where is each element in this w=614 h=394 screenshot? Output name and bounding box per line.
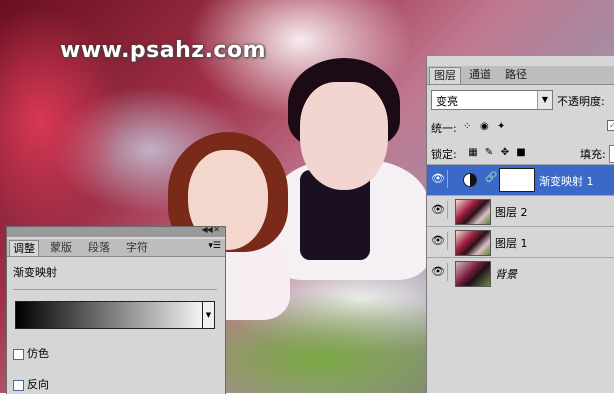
layer-name: 图层 1 xyxy=(495,237,528,250)
unify-icons: ⁘ ◉ ✦ xyxy=(463,119,514,133)
fill-input[interactable] xyxy=(609,145,614,163)
layer-row-layer2[interactable]: 👁 图层 2 xyxy=(427,195,614,226)
tab-paragraph[interactable]: 段落 xyxy=(85,240,113,255)
layers-tabbar: 图层 通道 路径 xyxy=(427,66,614,85)
chevron-down-icon[interactable]: ▼ xyxy=(202,301,215,329)
lock-label: 锁定: xyxy=(431,148,457,161)
eye-icon[interactable]: 👁 xyxy=(429,263,448,281)
reverse-checkbox[interactable] xyxy=(13,379,24,391)
dither-label: 仿色 xyxy=(27,347,49,360)
lock-paint-icon[interactable]: ✎ xyxy=(483,147,495,159)
unify-visibility-icon[interactable]: ◉ xyxy=(480,121,494,133)
tab-layers[interactable]: 图层 xyxy=(429,67,461,84)
layer-name: 图层 2 xyxy=(495,206,528,219)
tab-character[interactable]: 字符 xyxy=(123,240,151,255)
layer-name: 渐变映射 1 xyxy=(539,175,594,188)
link-icon[interactable]: 🔗 xyxy=(485,172,497,183)
eye-icon[interactable]: 👁 xyxy=(429,232,448,250)
reverse-label: 反向 xyxy=(27,378,49,391)
layer-thumbnail xyxy=(455,261,491,287)
layers-panel: 图层 通道 路径 变亮 ▼ 不透明度: 统一: ⁘ ◉ ✦ ✓ 锁定: ▦ ✎ ✥ ■ 填… xyxy=(426,56,614,393)
layer-thumbnail xyxy=(455,199,491,225)
layer-row-layer1[interactable]: 👁 图层 1 xyxy=(427,226,614,257)
dither-checkbox[interactable] xyxy=(13,348,24,360)
propagate-frame-checkbox[interactable]: ✓ xyxy=(607,120,614,131)
lock-move-icon[interactable]: ✥ xyxy=(499,147,511,159)
eye-icon[interactable]: 👁 xyxy=(429,201,448,219)
fill-label: 填充: xyxy=(580,148,606,161)
photo-man-face xyxy=(300,82,388,190)
adjustments-tabbar: 调整 蒙版 段落 字符 ▾☰ xyxy=(7,239,225,257)
lock-all-icon[interactable]: ■ xyxy=(515,147,527,159)
gradient-preview[interactable] xyxy=(15,301,212,329)
gradient-map-icon xyxy=(463,173,477,187)
unify-position-icon[interactable]: ⁘ xyxy=(463,121,477,133)
dither-option[interactable]: 仿色 xyxy=(13,345,49,361)
lock-transparent-icon[interactable]: ▦ xyxy=(467,147,479,159)
eye-icon[interactable]: 👁 xyxy=(429,170,448,188)
layer-row-background[interactable]: 👁 背景 xyxy=(427,257,614,288)
adjustment-title: 渐变映射 xyxy=(13,266,57,279)
blend-mode-value: 变亮 xyxy=(436,95,458,108)
reverse-option[interactable]: 反向 xyxy=(13,376,49,392)
tab-adjustments[interactable]: 调整 xyxy=(9,240,39,256)
layer-mask-thumbnail[interactable] xyxy=(499,168,535,192)
panel-header-bar: ◀◀ ✕ xyxy=(7,225,225,237)
tab-paths[interactable]: 路径 xyxy=(501,67,531,83)
unify-label: 统一: xyxy=(431,122,457,135)
layer-row-gradient-map[interactable]: 👁 🔗 渐变映射 1 xyxy=(427,164,614,195)
layer-thumbnail xyxy=(455,230,491,256)
panel-menu-icon[interactable]: ▾☰ xyxy=(208,241,221,251)
unify-style-icon[interactable]: ✦ xyxy=(497,121,511,133)
watermark: www.psahz.com xyxy=(60,38,267,63)
opacity-label: 不透明度: xyxy=(557,95,605,108)
blend-mode-select[interactable]: 变亮 ▼ xyxy=(431,90,553,110)
tab-channels[interactable]: 通道 xyxy=(465,67,495,83)
layer-name: 背景 xyxy=(495,268,517,281)
divider xyxy=(13,289,217,290)
tab-masks[interactable]: 蒙版 xyxy=(47,240,75,255)
adjustments-panel: ◀◀ ✕ 调整 蒙版 段落 字符 ▾☰ 渐变映射 ▼ 仿色 反向 xyxy=(6,225,226,394)
lock-icons: ▦ ✎ ✥ ■ xyxy=(467,145,531,159)
collapse-arrows-icon[interactable]: ◀◀ ✕ xyxy=(201,225,220,234)
chevron-down-icon[interactable]: ▼ xyxy=(537,91,552,109)
